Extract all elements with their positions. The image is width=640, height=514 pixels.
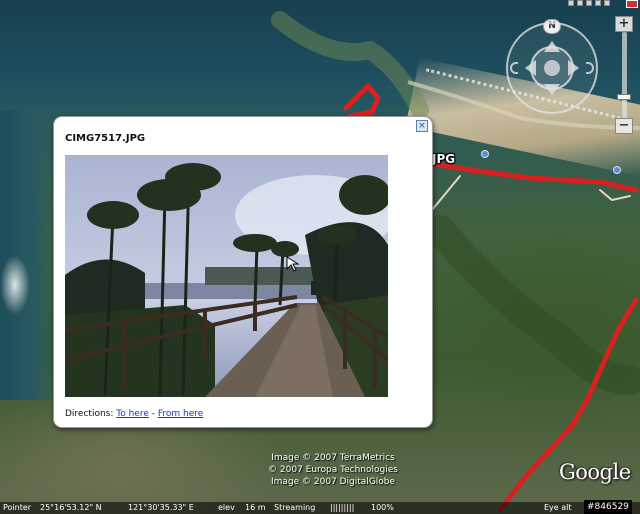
directions-row: Directions: To here - From here — [65, 409, 203, 419]
rotate-left-icon[interactable] — [510, 62, 518, 74]
streaming-label: Streaming — [274, 503, 316, 512]
info-balloon: CIMG7517.JPG × Directions: To here - Fro… — [53, 116, 433, 428]
watermark: #846529 — [584, 500, 632, 514]
credit-line: Image © 2007 TerraMetrics — [271, 453, 395, 463]
road-line-2 — [599, 189, 631, 201]
pointer-longitude: 121°30'35.33" E — [128, 503, 194, 512]
move-down-icon[interactable] — [544, 84, 560, 95]
navigation-control[interactable] — [506, 22, 598, 114]
imagery-credits: Image © 2007 TerraMetrics © 2007 Europa … — [258, 452, 408, 488]
zoom-track[interactable] — [622, 32, 627, 118]
zoom-out-button[interactable]: − — [615, 118, 633, 134]
elevation-label: elev — [218, 503, 235, 512]
streaming-percent: 100% — [371, 503, 394, 512]
credit-line: © 2007 Europa Technologies — [268, 465, 398, 475]
route-line-east[interactable] — [431, 161, 639, 193]
toolbar-glyph-icon[interactable] — [586, 0, 592, 6]
status-bar: Pointer 25°16'53.12" N 121°30'35.33" E e… — [0, 502, 640, 514]
toolbar-glyph-icon[interactable] — [604, 0, 610, 6]
terrain-valley — [425, 215, 640, 395]
zoom-in-button[interactable]: + — [615, 16, 633, 32]
map-view[interactable]: N + − JPG CIMG7517.JPG × Directions: To … — [0, 0, 640, 514]
zoom-slider[interactable]: + − — [614, 16, 634, 134]
terrain-ridge — [271, 11, 429, 119]
credit-line: Image © 2007 DigitalGlobe — [270, 477, 396, 487]
google-logo: Google — [559, 460, 631, 484]
view-toolbar — [568, 0, 610, 8]
placemark-photo — [65, 155, 388, 397]
elevation-value: 16 m — [245, 503, 266, 512]
streaming-progress: ||||||||| — [330, 503, 355, 512]
route-line-north[interactable] — [343, 83, 381, 119]
nav-center-handle[interactable] — [544, 60, 560, 76]
toolbar-glyph-icon[interactable] — [568, 0, 574, 6]
move-up-icon[interactable] — [544, 41, 560, 52]
to-here-link[interactable]: To here — [116, 409, 149, 419]
toolbar-glyph-icon[interactable] — [595, 0, 601, 6]
directions-separator: - — [151, 409, 156, 419]
zoom-thumb[interactable] — [617, 94, 631, 101]
eye-alt-label: Eye alt — [544, 503, 572, 512]
pointer-latitude: 25°16'53.12" N — [40, 503, 102, 512]
window-close-icon[interactable] — [626, 0, 638, 8]
move-right-icon[interactable] — [568, 60, 579, 76]
move-left-icon[interactable] — [525, 60, 536, 76]
pointer-label: Pointer — [3, 503, 32, 512]
placemark-pin-icon[interactable] — [481, 150, 489, 158]
toolbar-glyph-icon[interactable] — [577, 0, 583, 6]
close-icon[interactable]: × — [416, 120, 428, 132]
directions-label: Directions: — [65, 409, 114, 419]
balloon-title: CIMG7517.JPG — [65, 133, 146, 144]
road-line — [431, 175, 461, 211]
placemark-label[interactable]: JPG — [432, 152, 455, 166]
placemark-pin-icon[interactable] — [613, 166, 621, 174]
from-here-link[interactable]: From here — [158, 409, 203, 419]
